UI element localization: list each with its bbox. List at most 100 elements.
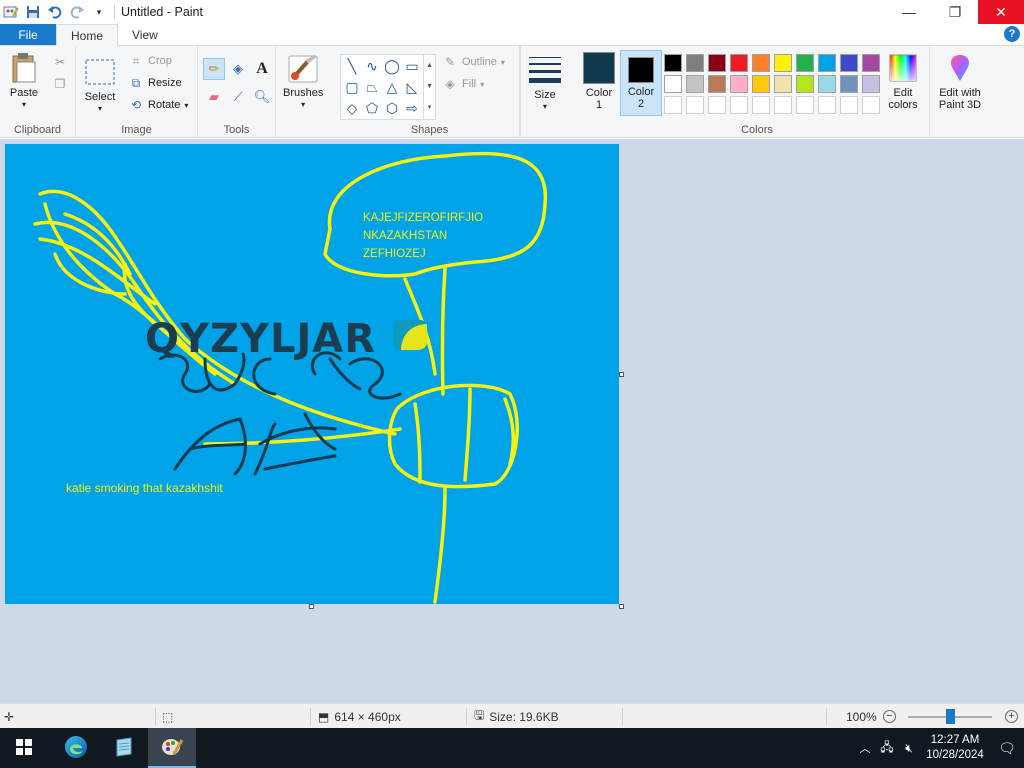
custom-color-slot[interactable]	[664, 96, 682, 114]
fill-button[interactable]: ◈ Fill ▾	[442, 74, 484, 94]
drawing-canvas[interactable]: QYZYLJAR KAJEJFIZEROFIRFJIO NKAZAKHSTAN …	[5, 144, 619, 604]
bubble-text-line2: NKAZAKHSTAN	[363, 230, 447, 242]
taskbar-paint[interactable]	[148, 728, 196, 768]
custom-color-slot[interactable]	[818, 96, 836, 114]
minimize-button[interactable]: —	[886, 0, 932, 24]
palette-swatch[interactable]	[730, 54, 748, 72]
tab-file[interactable]: File	[0, 24, 56, 45]
palette-swatch[interactable]	[708, 54, 726, 72]
window-title: Untitled - Paint	[121, 5, 203, 19]
resize-handle-corner[interactable]	[619, 604, 624, 609]
group-image: Select ▾ ⌗ Crop ⧉ Resize ⟲ Rotate ▾ Imag…	[76, 46, 198, 138]
custom-color-slot[interactable]	[752, 96, 770, 114]
text-tool[interactable]: A	[251, 58, 273, 80]
zoom-in-button[interactable]: +	[1005, 710, 1018, 723]
hexagon-shape-icon[interactable]: ⬡	[383, 99, 401, 117]
palette-swatch[interactable]	[862, 54, 880, 72]
restore-icon: ❐	[948, 3, 962, 20]
zoom-slider-thumb[interactable]	[946, 709, 955, 724]
volume-icon[interactable]: 🔇︎	[898, 741, 920, 756]
network-icon[interactable]: 🖧︎	[876, 738, 898, 759]
palette-swatch[interactable]	[708, 75, 726, 93]
tab-home[interactable]: Home	[56, 24, 119, 46]
clock-time: 12:27 AM	[930, 734, 980, 746]
size-button[interactable]: Size ▾	[528, 54, 562, 113]
fill-tool[interactable]: ◈	[227, 58, 249, 80]
resize-button[interactable]: ⧉ Resize	[128, 73, 182, 93]
taskbar-notepad[interactable]	[100, 728, 148, 768]
paint-app-icon[interactable]	[2, 3, 20, 21]
palette-swatch[interactable]	[664, 75, 682, 93]
curve-shape-icon[interactable]: ∿	[363, 57, 381, 75]
diamond-shape-icon[interactable]: ◇	[343, 99, 361, 117]
custom-color-slot[interactable]	[708, 96, 726, 114]
select-button[interactable]: Select ▾	[84, 56, 116, 115]
palette-swatch[interactable]	[686, 75, 704, 93]
tab-view[interactable]: View	[118, 24, 172, 45]
rectangle-shape-icon[interactable]: ▭	[403, 57, 421, 75]
palette-swatch[interactable]	[818, 54, 836, 72]
magnifier-icon: 🔍︎	[253, 89, 271, 104]
palette-swatch[interactable]	[664, 54, 682, 72]
resize-handle-bottom[interactable]	[309, 604, 314, 609]
shapes-scroll[interactable]: ▲ ▼ ▾	[423, 55, 435, 119]
close-button[interactable]: ✕	[978, 0, 1024, 24]
resize-handle-right[interactable]	[619, 372, 624, 377]
custom-color-slot[interactable]	[840, 96, 858, 114]
start-button[interactable]	[0, 728, 48, 768]
redo-icon[interactable]	[68, 3, 86, 21]
custom-color-slot[interactable]	[862, 96, 880, 114]
text-icon: A	[256, 60, 268, 77]
pencil-tool[interactable]: ✏	[203, 58, 225, 80]
palette-swatch[interactable]	[774, 54, 792, 72]
custom-color-slot[interactable]	[774, 96, 792, 114]
taskbar-edge[interactable]	[52, 728, 100, 768]
undo-icon[interactable]	[46, 3, 64, 21]
pentagon-shape-icon[interactable]: ⬠	[363, 99, 381, 117]
custom-color-slot[interactable]	[730, 96, 748, 114]
rotate-button[interactable]: ⟲ Rotate ▾	[128, 95, 188, 115]
right-arrow-shape-icon[interactable]: ⇨	[403, 99, 421, 117]
chevron-up-icon[interactable]: ︿	[854, 740, 876, 756]
customize-dropdown-icon[interactable]: ▾	[90, 3, 108, 21]
taskbar-clock[interactable]: 12:27 AM 10/28/2024	[920, 733, 990, 763]
cut-button[interactable]: ✂	[52, 52, 68, 72]
edit-with-paint3d-button[interactable]: Edit with Paint 3D	[934, 52, 986, 111]
palette-swatch[interactable]	[796, 54, 814, 72]
copy-button[interactable]: ❐	[52, 74, 68, 94]
palette-swatch[interactable]	[774, 75, 792, 93]
magnifier-tool[interactable]: 🔍︎	[251, 86, 273, 108]
palette-swatch[interactable]	[862, 75, 880, 93]
palette-swatch[interactable]	[840, 54, 858, 72]
zoom-out-button[interactable]: −	[883, 710, 896, 723]
line-shape-icon[interactable]: ╲	[343, 57, 361, 75]
save-icon[interactable]	[24, 3, 42, 21]
palette-swatch[interactable]	[730, 75, 748, 93]
palette-swatch[interactable]	[752, 54, 770, 72]
eraser-tool[interactable]: ▰	[203, 86, 225, 108]
polygon-shape-icon[interactable]: ⏢	[363, 78, 381, 96]
paste-button[interactable]: Paste ▾	[8, 52, 40, 111]
oval-shape-icon[interactable]: ◯	[383, 57, 401, 75]
palette-swatch[interactable]	[840, 75, 858, 93]
custom-color-slot[interactable]	[686, 96, 704, 114]
palette-swatch[interactable]	[818, 75, 836, 93]
rounded-rectangle-shape-icon[interactable]: ▢	[343, 78, 361, 96]
right-triangle-shape-icon[interactable]: ◺	[403, 78, 421, 96]
palette-swatch[interactable]	[752, 75, 770, 93]
outline-button[interactable]: ✎ Outline ▾	[442, 52, 505, 72]
shapes-gallery[interactable]: ╲ ∿ ◯ ▭ ▢ ⏢ △ ◺ ◇ ⬠ ⬡ ⇨ ▲ ▼ ▾	[340, 54, 436, 120]
clipboard-group-label: Clipboard	[13, 124, 62, 136]
palette-swatch[interactable]	[796, 75, 814, 93]
help-icon[interactable]: ?	[1004, 26, 1020, 42]
crop-button[interactable]: ⌗ Crop	[128, 51, 172, 71]
notifications-icon[interactable]: 🗨︎	[990, 740, 1024, 757]
title-bar: ▾ Untitled - Paint — ❐ ✕	[0, 0, 1024, 24]
restore-button[interactable]: ❐	[932, 0, 978, 24]
color-picker-tool[interactable]: ⟋	[227, 86, 249, 108]
shapes-group-label: Shapes	[410, 124, 449, 136]
disk-icon: 🖫	[474, 708, 485, 722]
triangle-shape-icon[interactable]: △	[383, 78, 401, 96]
custom-color-slot[interactable]	[796, 96, 814, 114]
palette-swatch[interactable]	[686, 54, 704, 72]
